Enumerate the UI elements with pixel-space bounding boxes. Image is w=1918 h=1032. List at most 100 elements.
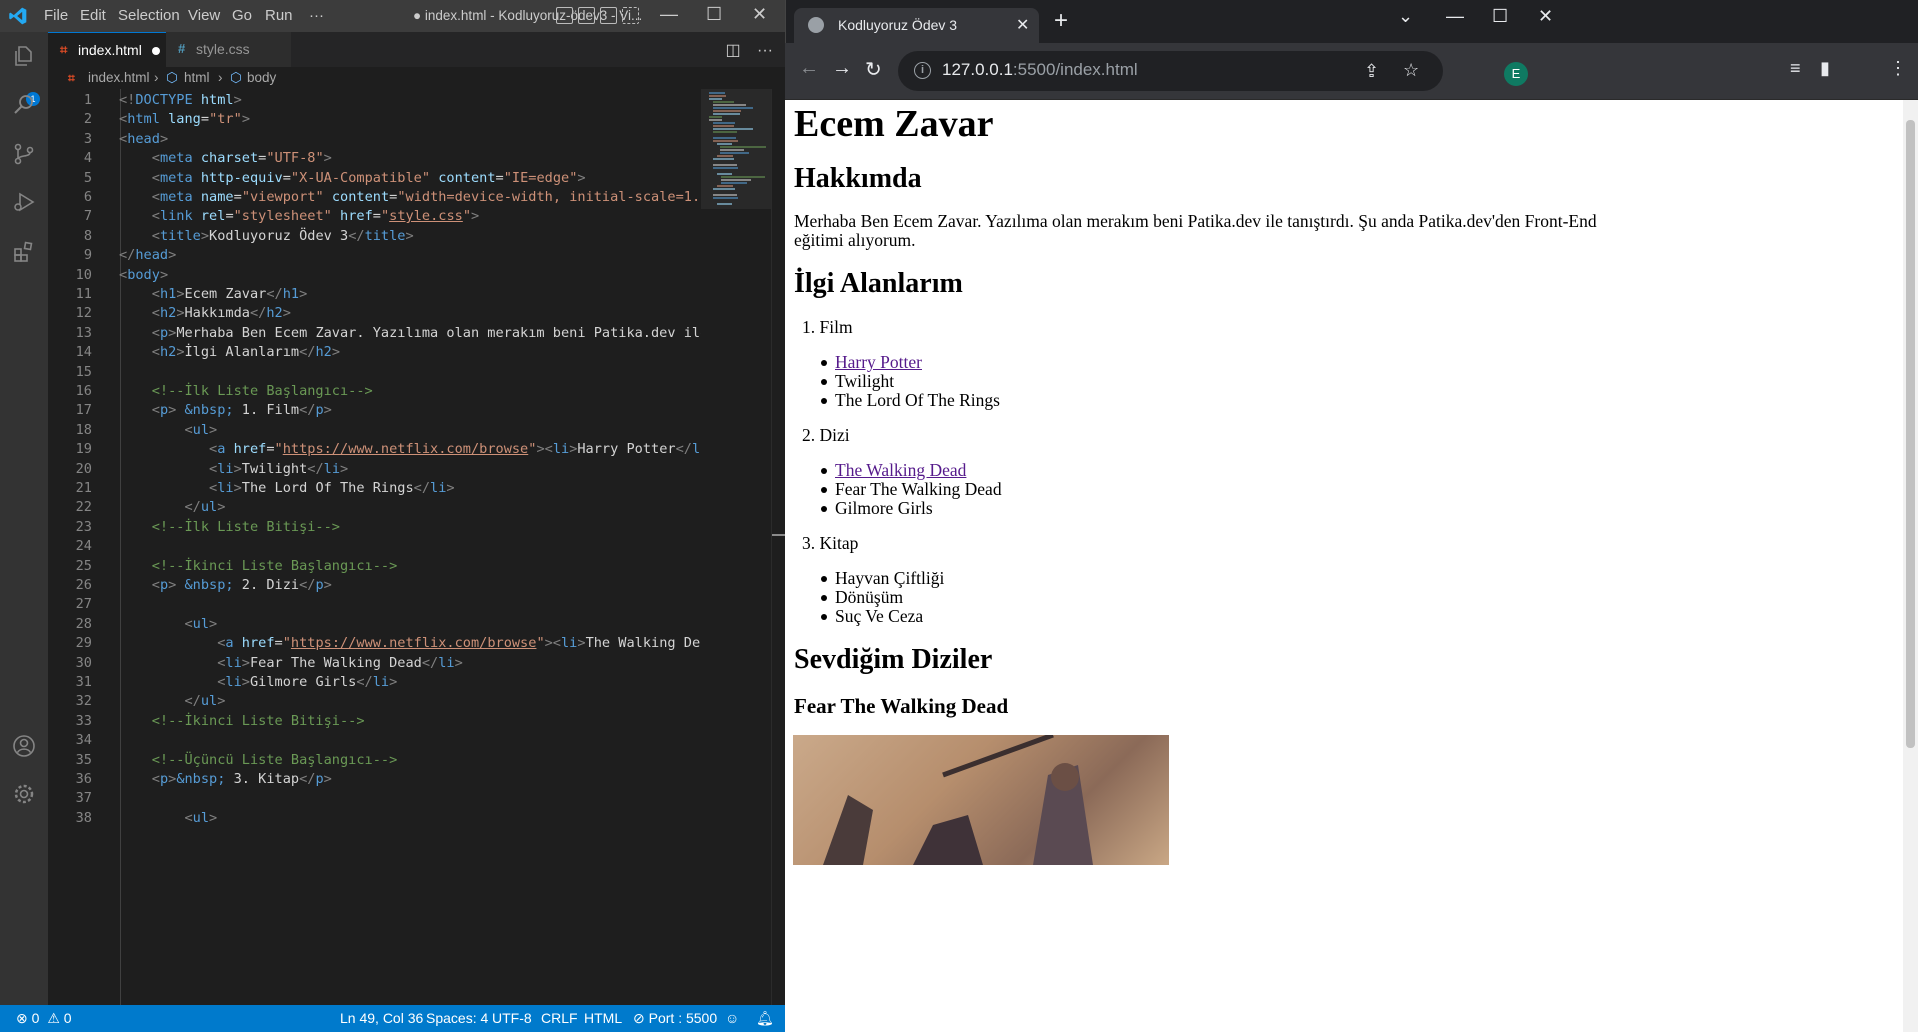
encoding[interactable]: UTF-8 — [492, 1005, 532, 1032]
code-line[interactable]: 25 <!--İkinci Liste Başlangıcı--> — [48, 557, 701, 576]
forward-arrow-icon[interactable]: → — [832, 57, 852, 80]
code-text[interactable]: <p> &nbsp; 2. Dizi</p> — [119, 576, 332, 595]
back-arrow-icon[interactable]: ← — [799, 57, 819, 80]
code-text[interactable]: <li>Gilmore Girls</li> — [119, 673, 397, 692]
code-line[interactable]: 34 — [48, 731, 701, 750]
code-line[interactable]: 18 <ul> — [48, 421, 701, 440]
close-icon[interactable]: ✕ — [752, 4, 767, 25]
code-text[interactable]: <!DOCTYPE html> — [119, 91, 242, 110]
code-line[interactable]: 4 <meta charset="UTF-8"> — [48, 149, 701, 168]
tab-style-css[interactable]: # style.css — [166, 32, 291, 67]
address-bar[interactable]: i 127.0.0.1:5500/index.html ⇪ ☆ — [898, 51, 1443, 91]
toggle-secondary-sidebar-icon[interactable] — [600, 7, 617, 24]
code-line[interactable]: 22 </ul> — [48, 498, 701, 517]
breadcrumb-body[interactable]: body — [247, 67, 276, 89]
code-text[interactable]: <p>Merhaba Ben Ecem Zavar. Yazılıma olan… — [119, 324, 701, 343]
side-panel-icon[interactable]: ▮ — [1820, 58, 1830, 79]
live-server-status[interactable]: ⊘ Port : 5500 — [633, 1005, 717, 1032]
feedback-icon[interactable]: ☺ — [725, 1005, 739, 1032]
code-line[interactable]: 37 — [48, 789, 701, 808]
code-line[interactable]: 24 — [48, 537, 701, 556]
code-text[interactable]: <!--İkinci Liste Bitişi--> — [119, 712, 365, 731]
code-text[interactable]: <ul> — [119, 421, 217, 440]
code-text[interactable]: <h2>İlgi Alanlarım</h2> — [119, 343, 340, 362]
code-line[interactable]: 32 </ul> — [48, 692, 701, 711]
indentation[interactable]: Spaces: 4 — [426, 1005, 488, 1032]
code-text[interactable]: <a href="https://www.netflix.com/browse"… — [119, 634, 701, 653]
code-line[interactable]: 9 </head> — [48, 246, 701, 265]
manage-gear-icon[interactable] — [12, 782, 36, 806]
code-line[interactable]: 20 <li>Twilight</li> — [48, 460, 701, 479]
code-line[interactable]: 17 <p> &nbsp; 1. Film</p> — [48, 401, 701, 420]
unsaved-dot-icon[interactable] — [152, 47, 160, 55]
menu-more[interactable]: ··· — [309, 7, 324, 24]
notifications-bell-icon[interactable]: 🔔︎ — [756, 1005, 774, 1032]
code-line[interactable]: 38 <ul> — [48, 809, 701, 828]
menu-file[interactable]: File — [44, 7, 68, 24]
code-line[interactable]: 10 <body> — [48, 266, 701, 285]
code-line[interactable]: 12 <h2>Hakkımda</h2> — [48, 304, 701, 323]
code-line[interactable]: 1 <!DOCTYPE html> — [48, 91, 701, 110]
code-line[interactable]: 6 <meta name="viewport" content="width=d… — [48, 188, 701, 207]
code-text[interactable]: <body> — [119, 266, 168, 285]
code-line[interactable]: 16 <!--İlk Liste Başlangıcı--> — [48, 382, 701, 401]
search-icon[interactable] — [12, 92, 36, 116]
explorer-icon[interactable] — [12, 44, 36, 68]
code-text[interactable]: <link rel="stylesheet" href="style.css"> — [119, 207, 479, 226]
code-line[interactable]: 19 <a href="https://www.netflix.com/brow… — [48, 440, 701, 459]
code-line[interactable]: 21 <li>The Lord Of The Rings</li> — [48, 479, 701, 498]
breadcrumb-file[interactable]: index.html — [88, 67, 150, 89]
code-text[interactable]: </ul> — [119, 498, 225, 517]
code-line[interactable]: 23 <!--İlk Liste Bitişi--> — [48, 518, 701, 537]
code-text[interactable]: <meta http-equiv="X-UA-Compatible" conte… — [119, 169, 586, 188]
customize-layout-icon[interactable] — [622, 7, 639, 24]
code-text[interactable]: <title>Kodluyoruz Ödev 3</title> — [119, 227, 414, 246]
code-line[interactable]: 36 <p>&nbsp; 3. Kitap</p> — [48, 770, 701, 789]
code-text[interactable]: <a href="https://www.netflix.com/browse"… — [119, 440, 701, 459]
maximize-icon[interactable]: ☐ — [1492, 6, 1508, 27]
new-tab-icon[interactable]: + — [1054, 7, 1068, 35]
menu-edit[interactable]: Edit — [80, 7, 106, 24]
toggle-panel-icon[interactable] — [578, 7, 595, 24]
minimize-icon[interactable]: — — [660, 4, 678, 25]
code-text[interactable]: <meta charset="UTF-8"> — [119, 149, 332, 168]
profile-avatar[interactable]: E — [1504, 62, 1528, 86]
code-text[interactable]: <h1>Ecem Zavar</h1> — [119, 285, 308, 304]
more-actions-icon[interactable]: ··· — [757, 42, 773, 59]
code-line[interactable]: 15 — [48, 363, 701, 382]
code-line[interactable]: 5 <meta http-equiv="X-UA-Compatible" con… — [48, 169, 701, 188]
share-icon[interactable]: ⇪ — [1364, 61, 1379, 82]
code-text[interactable]: <li>Fear The Walking Dead</li> — [119, 654, 463, 673]
menu-go[interactable]: Go — [232, 7, 252, 24]
code-text[interactable]: <li>Twilight</li> — [119, 460, 348, 479]
menu-kebab-icon[interactable]: ⋮ — [1889, 58, 1907, 79]
end-of-line[interactable]: CRLF — [541, 1005, 578, 1032]
url-text[interactable]: 127.0.0.1:5500/index.html — [942, 60, 1138, 80]
close-tab-icon[interactable]: ✕ — [1016, 8, 1029, 43]
extensions-icon[interactable] — [12, 240, 36, 264]
code-text[interactable]: </head> — [119, 246, 176, 265]
breadcrumb-html[interactable]: html — [184, 67, 210, 89]
source-control-icon[interactable] — [12, 142, 36, 166]
menu-run[interactable]: Run — [265, 7, 293, 24]
code-text[interactable]: <!--Üçüncü Liste Başlangıcı--> — [119, 751, 398, 770]
code-text[interactable]: <html lang="tr"> — [119, 110, 250, 129]
split-editor-icon[interactable]: ◫ — [725, 42, 740, 59]
code-line[interactable]: 30 <li>Fear The Walking Dead</li> — [48, 654, 701, 673]
editor-scrollbar[interactable] — [771, 89, 786, 1005]
problems-status[interactable]: ⊗ 0 ⚠ 0 — [16, 1005, 72, 1032]
code-line[interactable]: 31 <li>Gilmore Girls</li> — [48, 673, 701, 692]
harry-potter-link[interactable]: Harry Potter — [835, 352, 922, 373]
code-text[interactable]: <meta name="viewport" content="width=dev… — [119, 188, 701, 207]
code-editor[interactable]: 1 <!DOCTYPE html> 2 <html lang="tr"> 3 <head>… — [48, 89, 701, 1005]
code-line[interactable]: 13 <p>Merhaba Ben Ecem Zavar. Yazılıma o… — [48, 324, 701, 343]
code-text[interactable]: <ul> — [119, 615, 217, 634]
code-text[interactable]: <head> — [119, 130, 168, 149]
code-line[interactable]: 2 <html lang="tr"> — [48, 110, 701, 129]
reload-icon[interactable]: ↻ — [865, 57, 882, 82]
code-line[interactable]: 35 <!--Üçüncü Liste Başlangıcı--> — [48, 751, 701, 770]
walking-dead-link[interactable]: The Walking Dead — [835, 460, 966, 481]
code-line[interactable]: 8 <title>Kodluyoruz Ödev 3</title> — [48, 227, 701, 246]
code-line[interactable]: 26 <p> &nbsp; 2. Dizi</p> — [48, 576, 701, 595]
minimap[interactable] — [701, 89, 771, 1005]
